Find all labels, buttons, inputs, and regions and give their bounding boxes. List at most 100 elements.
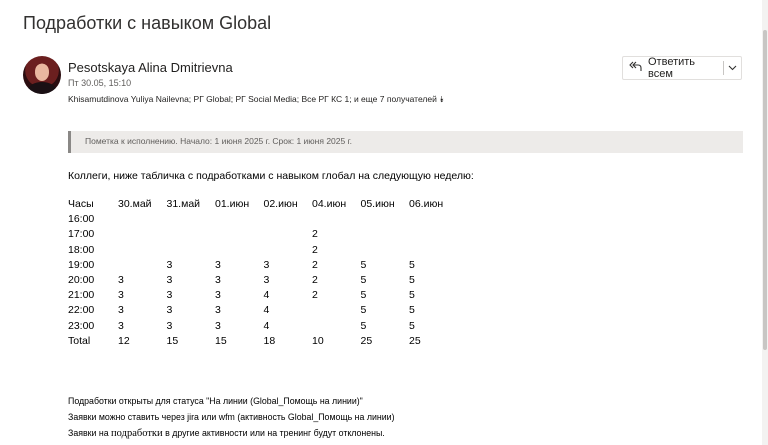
value-cell: 4 [263, 304, 270, 317]
note-line-3-b: подработки [111, 428, 163, 439]
value-cell [409, 244, 458, 259]
more-recipients-link[interactable]: и еще 7 получателей [352, 94, 440, 104]
chevron-down-icon[interactable] [724, 63, 741, 74]
reply-all-icon [629, 61, 642, 75]
value-cell [409, 228, 458, 243]
value-cell: 5 [409, 258, 415, 271]
value-cell: 3 [166, 304, 173, 317]
value-cell [312, 213, 361, 228]
value-cell: 12 [118, 334, 130, 347]
value-cell: 2 [312, 273, 318, 286]
reply-all-label: Ответить всем [648, 56, 696, 80]
table-row: 16:00 [68, 213, 458, 228]
email-subject: Подработки с навыком Global [23, 13, 272, 33]
value-cell [264, 244, 313, 259]
value-cell: 5 [409, 289, 415, 302]
value-cell: 5 [360, 304, 367, 317]
value-cell: 3 [118, 273, 124, 286]
value-cell: 5 [360, 289, 367, 302]
value-cell [118, 259, 167, 274]
value-cell [167, 213, 216, 228]
value-cell [167, 244, 216, 259]
row-label-cell: 21:00 [68, 289, 95, 302]
value-cell: 3 [118, 289, 124, 302]
row-label-cell: 18:00 [68, 243, 95, 256]
sender-avatar[interactable] [23, 56, 61, 94]
row-label-cell: 20:00 [68, 273, 95, 286]
value-cell: 3 [166, 319, 173, 332]
table-row: Total 12 15 15 18 10 25 25 [68, 335, 458, 350]
value-cell [167, 228, 216, 243]
value-cell [118, 228, 167, 243]
reply-all-group: Ответить всем [622, 56, 742, 80]
value-cell [312, 304, 361, 319]
value-cell [409, 213, 458, 228]
table-row: 18:00 2 [68, 244, 458, 259]
value-cell: 3 [215, 273, 221, 286]
value-cell: 05.июн [360, 198, 395, 210]
value-cell: 3 [118, 319, 124, 332]
value-cell [264, 228, 313, 243]
value-cell: 3 [166, 258, 173, 271]
value-cell: 2 [312, 228, 318, 241]
table-header-row: Часы 30.май 31.май 01.июн 02.июн 04.июн 05.июн… [68, 198, 458, 213]
value-cell [264, 213, 313, 228]
scrollbar-thumb[interactable] [763, 30, 767, 350]
recipients-list: Khisamutdinova Yuliya Nailevna; РГ Globa… [68, 94, 352, 104]
row-label-cell: 17:00 [68, 228, 95, 241]
note-line-3-c: в другие активности или на тренинг будут… [162, 428, 385, 438]
value-cell: 25 [409, 334, 421, 347]
value-cell [118, 244, 167, 259]
value-cell: 4 [263, 319, 270, 332]
row-label-cell: 23:00 [68, 319, 95, 332]
value-cell: 5 [360, 319, 367, 332]
sender-name[interactable]: Pesotskaya Alina Dmitrievna [68, 60, 233, 75]
value-cell [361, 244, 410, 259]
row-label-cell: 22:00 [68, 304, 95, 317]
row-label-cell: 19:00 [68, 258, 95, 271]
value-cell: 3 [118, 304, 124, 317]
value-cell: 15 [166, 334, 179, 347]
value-cell: 3 [215, 258, 221, 271]
row-label-cell: Часы [68, 198, 94, 210]
note-line-1: Подработки открыты для статуса "На линии… [68, 396, 363, 406]
value-cell: 3 [215, 304, 221, 317]
value-cell: 30.май [118, 198, 152, 210]
value-cell: 04.июн [312, 198, 347, 210]
double-chevron-down-icon[interactable]: ⯯ [439, 94, 444, 104]
value-cell: 2 [312, 258, 318, 271]
vertical-scrollbar[interactable] [762, 0, 768, 445]
value-cell: 3 [263, 258, 270, 271]
table-row: 17:00 2 [68, 228, 458, 243]
value-cell: 3 [215, 289, 221, 302]
value-cell: 5 [360, 258, 367, 271]
flag-info-bar: Пометка к исполнению. Начало: 1 июня 202… [68, 131, 743, 153]
value-cell: 31.май [166, 198, 201, 210]
note-line-3: Заявки на подработки в другие активности… [68, 425, 395, 442]
value-cell: 4 [263, 289, 270, 302]
value-cell: 02.июн [263, 198, 298, 210]
value-cell: 18 [263, 334, 276, 347]
value-cell: 5 [409, 304, 415, 317]
table-row: 23:00 3 3 3 4 5 5 [68, 320, 458, 335]
recipients-line: Khisamutdinova Yuliya Nailevna; РГ Globa… [68, 94, 444, 105]
table-row: 22:00 3 3 3 4 5 5 [68, 304, 458, 319]
email-date: Пт 30.05, 15:10 [68, 78, 132, 88]
value-cell [361, 213, 410, 228]
value-cell: 10 [312, 334, 324, 347]
reply-all-button[interactable]: Ответить всем [623, 56, 723, 80]
value-cell [215, 244, 264, 259]
value-cell: 3 [263, 273, 270, 286]
email-notes: Подработки открыты для статуса "На линии… [68, 393, 395, 442]
value-cell: 2 [312, 289, 318, 302]
value-cell: 25 [360, 334, 373, 347]
value-cell [215, 213, 264, 228]
schedule-table: Часы 30.май 31.май 01.июн 02.июн 04.июн 05.июн… [68, 198, 458, 350]
value-cell [361, 228, 410, 243]
email-intro: Коллеги, ниже табличка с подработками с … [68, 170, 474, 182]
value-cell: 3 [166, 289, 173, 302]
value-cell: 3 [166, 273, 173, 286]
row-label-cell: Total [68, 334, 91, 347]
table-row: 19:00 3 3 3 2 5 5 [68, 259, 458, 274]
value-cell: 2 [312, 243, 318, 256]
